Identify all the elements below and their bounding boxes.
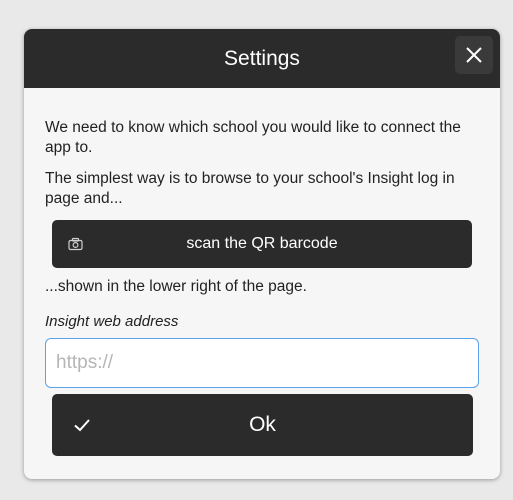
address-field-label: Insight web address [45, 313, 179, 330]
scan-qr-label: scan the QR barcode [186, 235, 338, 252]
close-icon [466, 47, 482, 63]
dialog-header: Settings [24, 29, 500, 88]
scan-qr-button[interactable]: scan the QR barcode [52, 220, 472, 268]
checkmark-icon [74, 419, 90, 432]
after-scan-text: ...shown in the lower right of the page. [45, 278, 307, 295]
camera-icon [68, 237, 83, 251]
ok-label: Ok [249, 413, 276, 436]
dialog-body: We need to know which school you would l… [24, 88, 500, 456]
insight-address-input[interactable] [45, 338, 479, 388]
intro-text: We need to know which school you would l… [45, 119, 461, 156]
close-button[interactable] [455, 36, 493, 74]
instruction-text: The simplest way is to browse to your sc… [45, 170, 455, 207]
ok-button[interactable]: Ok [52, 394, 473, 456]
dialog-title: Settings [224, 46, 300, 70]
settings-dialog: Settings We need to know which school yo… [24, 29, 500, 479]
